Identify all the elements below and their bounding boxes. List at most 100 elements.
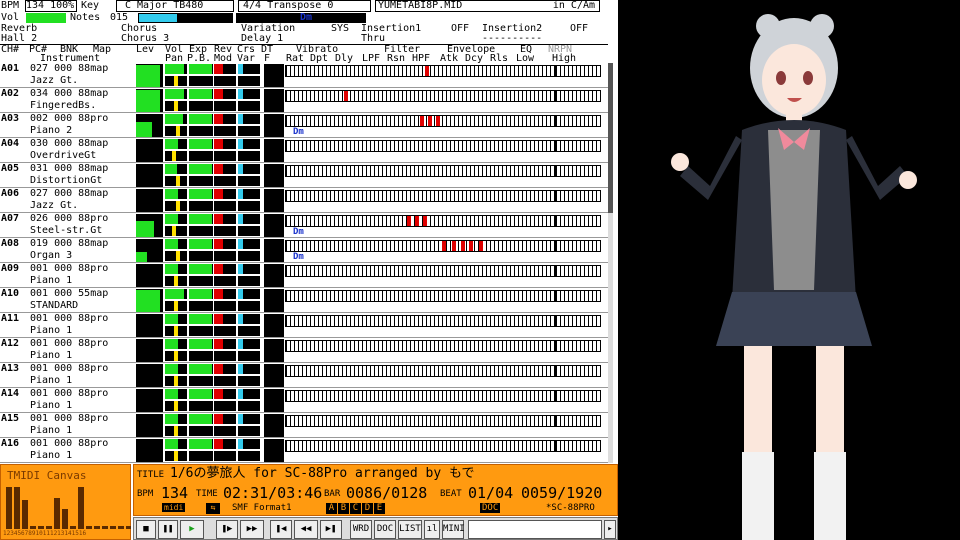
doc-button[interactable]: DOC: [374, 520, 396, 539]
scrollbar-thumb[interactable]: [608, 63, 613, 213]
expression-bar: [189, 89, 213, 99]
instrument-name: Organ 3: [30, 250, 73, 261]
volume-fill: [165, 164, 177, 174]
channel-row-a09[interactable]: A09 001 000 88pro Piano 1: [0, 263, 610, 288]
format-icon: ⇆: [206, 503, 220, 514]
reverb-bar: [214, 214, 236, 224]
channel-id: A15: [1, 413, 20, 424]
chorus-fill: [238, 289, 243, 299]
reverb-fill: [214, 239, 223, 249]
keyboard-high: [555, 140, 601, 152]
volume-bar: [165, 389, 187, 399]
tmidi-window: BPM 134 100% Key C Major TB480 4/4 Trans…: [0, 0, 618, 540]
reverb-bar: [214, 139, 236, 149]
activity-bar: [14, 487, 20, 529]
channel-row-a13[interactable]: A13 001 000 88pro Piano 1: [0, 363, 610, 388]
fast-forward-button[interactable]: ▶▶: [240, 520, 264, 539]
pan-bar: [165, 276, 187, 286]
keyboard: [285, 190, 555, 202]
filter-meter: [264, 114, 284, 137]
spectrum-icon[interactable]: ıl: [424, 520, 440, 539]
channel-row-a14[interactable]: A14 001 000 88pro Piano 1: [0, 388, 610, 413]
bpm-value: 134: [26, 0, 45, 11]
channel-row-a08[interactable]: A08 019 000 88map Organ 3 Dm: [0, 238, 610, 263]
hair-bun-left: [756, 14, 780, 38]
instrument-name: Piano 1: [30, 400, 73, 411]
tmidi-logo: TMIDI Canvas 12345678910111213141516: [0, 464, 131, 540]
pan-bar: [165, 76, 187, 86]
play-button[interactable]: ▶: [180, 520, 204, 539]
activity-bar: [86, 526, 92, 529]
pause-button[interactable]: ❚❚: [158, 520, 178, 539]
active-note: [407, 216, 411, 226]
pitchbend-bar: [189, 276, 213, 286]
level-meter: [136, 239, 163, 262]
channel-row-a02[interactable]: A02 034 000 88map FingeredBs.: [0, 88, 610, 113]
channel-row-a15[interactable]: A15 001 000 88pro Piano 1: [0, 413, 610, 438]
filter-meter: [264, 164, 284, 187]
step-button[interactable]: ❚▶: [216, 520, 238, 539]
seek-right-icon[interactable]: ▸: [604, 520, 616, 539]
reverb-bar: [214, 164, 236, 174]
chorus-fill: [238, 114, 243, 124]
stop-button[interactable]: ■: [136, 520, 156, 539]
channel-row-a16[interactable]: A16 001 000 88pro Piano 1: [0, 438, 610, 463]
chorus-fill: [238, 64, 243, 74]
reverb-fill: [214, 339, 223, 349]
program-bank-map: 026 000 88pro: [30, 213, 109, 224]
modulation-bar: [214, 301, 236, 311]
modulation-bar: [214, 151, 236, 161]
list-button[interactable]: LIST: [398, 520, 422, 539]
variation-bar: [238, 326, 260, 336]
doc-indicator: DOC: [480, 503, 501, 513]
previous-button[interactable]: ❚◀: [270, 520, 292, 539]
activity-bar: [46, 526, 52, 529]
channel-row-a11[interactable]: A11 001 000 88pro Piano 1: [0, 313, 610, 338]
expression-fill: [189, 89, 212, 99]
bar-label: BAR: [324, 489, 341, 499]
expression-fill: [189, 264, 212, 274]
channel-row-a06[interactable]: A06 027 000 88map Jazz Gt.: [0, 188, 610, 213]
level-meter: [136, 439, 163, 462]
reverb-bar: [214, 289, 236, 299]
volume-bar: [165, 64, 187, 74]
volume-bar: [165, 364, 187, 374]
channel-row-a03[interactable]: A03 002 000 88pro Piano 2 Dm: [0, 113, 610, 138]
volume-bar: [165, 439, 187, 449]
level-meter: [136, 189, 163, 212]
keyboard: [285, 215, 555, 227]
bpm-percent: 100%: [50, 0, 75, 11]
expression-bar: [189, 139, 213, 149]
instrument-name: Piano 1: [30, 350, 73, 361]
pan-marker: [176, 201, 180, 211]
seek-bar[interactable]: [468, 520, 602, 539]
wrd-button[interactable]: WRD: [350, 520, 372, 539]
chorus-fill: [238, 264, 243, 274]
keyboard: [285, 440, 555, 452]
channel-row-a12[interactable]: A12 001 000 88pro Piano 1: [0, 338, 610, 363]
program-bank-map: 001 000 88pro: [30, 313, 109, 324]
channel-row-a01[interactable]: A01 027 000 88map Jazz Gt.: [0, 63, 610, 88]
channel-row-a07[interactable]: A07 026 000 88pro Steel-str.Gt Dm: [0, 213, 610, 238]
modulation-bar: [214, 376, 236, 386]
active-note: [452, 241, 456, 251]
filter-meter: [264, 439, 284, 462]
channel-id: A04: [1, 138, 20, 149]
next-button[interactable]: ▶❚: [320, 520, 342, 539]
port-a: A: [326, 503, 337, 514]
keyboard: [285, 315, 555, 327]
channel-row-a10[interactable]: A10 001 000 55map STANDARD: [0, 288, 610, 313]
volume-fill: [165, 189, 178, 199]
mini-button[interactable]: MINI: [442, 520, 465, 539]
variation-bar: [238, 76, 260, 86]
channel-row-a04[interactable]: A04 030 000 88map OverdriveGt: [0, 138, 610, 163]
chorus-bar: [238, 64, 260, 74]
active-note: [442, 241, 446, 251]
bpm-label-panel: BPM: [137, 489, 154, 499]
channel-row-a05[interactable]: A05 031 000 88map DistortionGt: [0, 163, 610, 188]
volume-fill: [165, 364, 178, 374]
variation-bar: [238, 301, 260, 311]
modulation-bar: [214, 226, 236, 236]
level-meter: [136, 389, 163, 412]
rewind-button[interactable]: ◀◀: [294, 520, 318, 539]
